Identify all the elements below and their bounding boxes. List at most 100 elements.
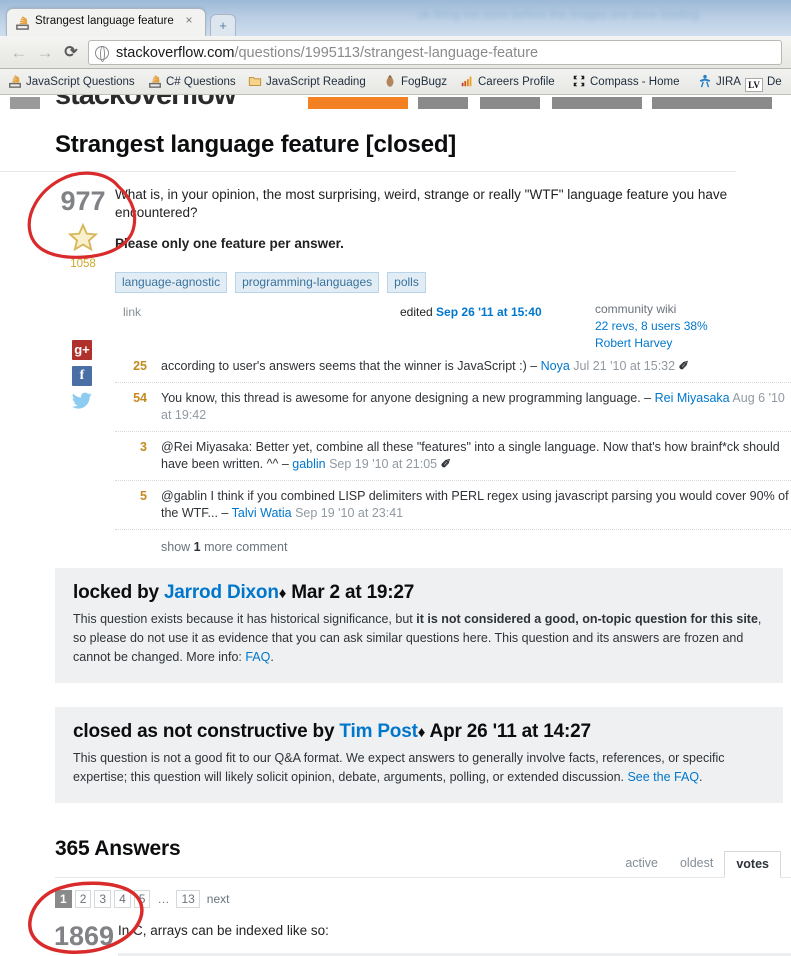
question-post: 977 1058 What is, in your opinion, the m… (0, 172, 791, 568)
answer-body: In C, arrays can be indexed like so: (118, 922, 738, 940)
star-icon[interactable] (67, 222, 99, 252)
comment-text: according to user's answers seems that t… (161, 359, 541, 373)
site-header-strip: stackoverflow (0, 95, 791, 113)
twitter-icon[interactable] (72, 392, 92, 412)
bookmark-label: JavaScript Questions (26, 76, 135, 88)
comment-author-link[interactable]: gablin (292, 457, 325, 471)
edit-pencil-icon[interactable]: ✐ (675, 359, 689, 373)
folder-icon (248, 77, 262, 86)
forward-icon[interactable]: → (34, 42, 56, 63)
revisions-link[interactable]: 22 revs, 8 users 38% (595, 318, 785, 335)
question-body: What is, in your opinion, the most surpr… (115, 172, 785, 253)
tab-active[interactable]: active (614, 851, 669, 876)
browser-tab[interactable]: Strangest language feature × (6, 8, 206, 36)
comment-author-link[interactable]: Talvi Watia (232, 506, 292, 520)
nav-item-badges[interactable] (552, 97, 642, 109)
comment-score: 5 (140, 489, 147, 503)
reload-icon[interactable]: ⟳ (60, 42, 82, 63)
page-last-button[interactable]: 13 (176, 890, 200, 908)
comment-text: @Rei Miyasaka: Better yet, combine all t… (161, 440, 780, 471)
edited-date[interactable]: Sep 26 '11 at 15:40 (436, 305, 542, 319)
vote-cell: 977 1058 (55, 186, 111, 271)
tag-language-agnostic[interactable]: language-agnostic (115, 272, 228, 293)
bookmark-jira[interactable]: JIRA (698, 73, 741, 91)
locked-notice-heading: locked by Jarrod Dixon♦ Mar 2 at 19:27 (73, 582, 765, 604)
bookmark-label: JIRA (716, 76, 741, 88)
page-3-button[interactable]: 3 (94, 890, 112, 908)
bookmarks-bar: JavaScript Questions C# Questions JavaSc… (0, 69, 791, 95)
answer-sort-tabs: active oldest votes (614, 850, 781, 878)
stackoverflow-favicon (149, 75, 161, 88)
stackoverflow-favicon (9, 75, 21, 88)
community-wiki-label: community wiki (595, 302, 677, 316)
closed-by-label: closed as not constructive by (73, 721, 340, 742)
edit-pencil-icon[interactable]: ✐ (437, 457, 451, 471)
tag-polls[interactable]: polls (387, 272, 426, 293)
nav-item-unanswered[interactable] (652, 97, 772, 109)
bars-icon (461, 76, 472, 87)
last-editor-link[interactable]: Robert Harvey (595, 335, 785, 352)
compass-icon (573, 75, 585, 87)
facebook-icon[interactable]: f (72, 366, 92, 386)
answer-post: 1869 In C, arrays can be indexed like so… (0, 922, 791, 956)
page-2-button[interactable]: 2 (74, 890, 92, 908)
bookmark-javascript-questions[interactable]: JavaScript Questions (8, 73, 135, 91)
show-more-pre: show (161, 540, 194, 554)
pagination-ellipsis: … (157, 892, 170, 906)
bookmark-label: JavaScript Reading (266, 76, 366, 88)
comment-row: 25 according to user's answers seems that… (115, 351, 791, 383)
nav-item-users[interactable] (480, 97, 540, 109)
bookmark-fogbugz[interactable]: FogBugz (383, 73, 447, 91)
bookmark-careers-profile[interactable]: Careers Profile (460, 73, 555, 91)
show-more-comments-link[interactable]: show 1 more comment (115, 530, 791, 568)
comment-row: 54 You know, this thread is awesome for a… (115, 383, 791, 432)
fogbugz-icon (386, 74, 394, 87)
next-page-button[interactable]: next (203, 891, 234, 907)
answers-count: 365 Answers (55, 837, 181, 860)
answer-vote-count: 1869 (53, 921, 115, 951)
bookmark-compass-home[interactable]: Compass - Home (572, 73, 679, 91)
nav-item-questions[interactable] (308, 97, 408, 109)
tab-oldest[interactable]: oldest (669, 851, 724, 876)
new-tab-button[interactable]: + (210, 14, 236, 36)
browser-tab-title: Strangest language feature (35, 15, 174, 27)
question-paragraph-bold: Please only one feature per answer. (115, 236, 344, 251)
comment-score: 25 (133, 359, 147, 373)
faq-link[interactable]: FAQ (245, 650, 270, 664)
bookmark-javascript-reading[interactable]: JavaScript Reading (248, 73, 366, 91)
site-logo[interactable]: stackoverflow (55, 95, 236, 112)
closed-by-user-link[interactable]: Tim Post (339, 721, 417, 742)
locked-by-user-link[interactable]: Jarrod Dixon (164, 582, 279, 603)
comment-date: Sep 19 '10 at 21:05 (325, 457, 438, 471)
address-bar[interactable]: stackoverflow.com/questions/1995113/stra… (88, 40, 782, 65)
comment-text: You know, this thread is awesome for any… (161, 391, 655, 405)
edited-info: edited Sep 26 '11 at 15:40 (400, 305, 542, 319)
comment-score: 54 (133, 391, 147, 405)
back-icon[interactable]: ← (8, 42, 30, 63)
comment-author-link[interactable]: Rei Miyasaka (655, 391, 730, 405)
tag-list: language-agnostic programming-languages po… (115, 266, 791, 293)
page-5-button[interactable]: 5 (133, 890, 151, 908)
blurred-background-text: ok firing too soon before the images are… (418, 9, 700, 21)
share-link[interactable]: link (123, 305, 141, 319)
comment-author-link[interactable]: Noya (541, 359, 570, 373)
see-the-faq-link[interactable]: See the FAQ (627, 770, 699, 784)
nav-item-tags[interactable] (418, 97, 468, 109)
bookmark-de[interactable]: LV De (745, 73, 782, 92)
locked-date: Mar 2 at 19:27 (286, 582, 415, 603)
question-vote-count: 977 (60, 186, 106, 216)
google-plus-icon[interactable]: g+ (72, 340, 92, 360)
page-1-button[interactable]: 1 (55, 890, 72, 908)
jira-icon (699, 74, 711, 88)
close-icon[interactable]: × (183, 14, 195, 26)
favorite-count: 1058 (70, 258, 96, 270)
tag-programming-languages[interactable]: programming-languages (235, 272, 380, 293)
edited-label: edited (400, 305, 433, 319)
comment-score: 3 (140, 440, 147, 454)
globe-icon (95, 45, 109, 62)
comment-row: 5 @gablin I think if you combined LISP de… (115, 481, 791, 530)
tab-votes[interactable]: votes (724, 851, 781, 878)
bookmark-csharp-questions[interactable]: C# Questions (148, 73, 236, 91)
locked-notice: locked by Jarrod Dixon♦ Mar 2 at 19:27 T… (55, 568, 783, 683)
page-4-button[interactable]: 4 (114, 890, 131, 908)
